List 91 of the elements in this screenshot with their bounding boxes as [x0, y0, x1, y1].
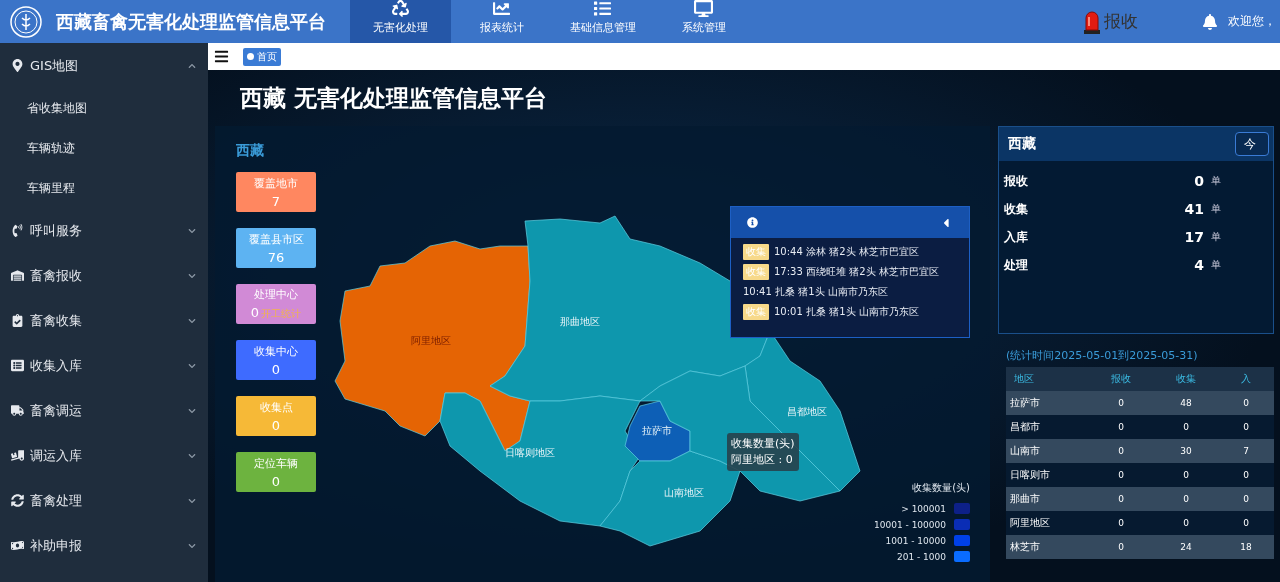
stat-value: 0 [271, 417, 281, 433]
summary-unit: 单 [1211, 230, 1221, 244]
table-cell-text: 阿里地区 [1009, 516, 1051, 530]
summary-label: 报收 [1004, 172, 1029, 190]
sidebar-item-label: 补助申报 [30, 536, 82, 555]
summary-unit: 单 [1211, 202, 1221, 216]
stat-value: 0 [250, 305, 260, 320]
summary-title: 西藏 [1008, 135, 1036, 153]
column-header: 地区 [1013, 372, 1035, 386]
stat-label: 收集中心 [254, 343, 298, 359]
summary-value: 0 [1193, 173, 1204, 189]
table-cell-text: 林芝市 [1009, 540, 1041, 554]
table-cell-text: 48 [1179, 398, 1193, 408]
table-cell-text: 0 [1117, 446, 1125, 456]
stat-label: 覆盖地市 [254, 175, 298, 191]
stat-value: 0 [271, 473, 281, 489]
status-tag: 收集 [743, 244, 769, 260]
stat-label: 收集点 [259, 399, 293, 415]
stat-value: 0 [271, 361, 281, 377]
status-tag: 收集 [743, 264, 769, 280]
legend-label: > 100001 [901, 503, 946, 514]
region-title: 西藏 [236, 142, 265, 160]
column-header: 报收 [1110, 372, 1132, 386]
summary-value: 17 [1183, 229, 1204, 245]
table-cell-text: 0 [1242, 494, 1250, 504]
tooltip-title: 收集数量(头) [731, 436, 795, 452]
activity-entry: 17:33 西绕旺堆 猪2头 林芝市巴宜区 [774, 265, 939, 279]
table-cell-text: 0 [1182, 494, 1190, 504]
column-header: 收集 [1175, 372, 1197, 386]
tooltip-text: 阿里地区 : 0 [731, 452, 794, 468]
table-cell-text: 0 [1242, 398, 1250, 408]
table-cell-text: 那曲市 [1009, 492, 1041, 506]
sidebar-item-label: 调运入库 [30, 446, 82, 465]
table-cell-text: 0 [1182, 518, 1190, 528]
stat-value: 76 [267, 249, 285, 265]
stat-value: 7 [271, 193, 281, 209]
table-cell-text: 0 [1117, 518, 1125, 528]
table-cell-text: 0 [1242, 518, 1250, 528]
activity-entry: 10:41 扎桑 猪1头 山南市乃东区 [743, 285, 888, 299]
table-cell-text: 0 [1117, 422, 1125, 432]
table-cell-text: 0 [1117, 542, 1125, 552]
summary-label: 处理 [1004, 256, 1029, 274]
map-label: 山南地区 [664, 487, 704, 498]
table-cell-text: 0 [1117, 398, 1125, 408]
sidebar-item-label: 畜禽报收 [30, 266, 82, 285]
map-label: 拉萨市 [642, 425, 672, 436]
stat-label: 定位车辆 [254, 455, 298, 471]
table-cell-text: 拉萨市 [1009, 396, 1041, 410]
table-cell-text: 0 [1182, 470, 1190, 480]
table-cell-text: 0 [1242, 422, 1250, 432]
sidebar-item-label: 畜禽调运 [30, 401, 82, 420]
table-cell-text: 日喀则市 [1009, 468, 1051, 482]
sidebar-item-label: 呼叫服务 [30, 221, 82, 240]
legend-label: 201 - 1000 [896, 551, 946, 562]
summary-value: 41 [1183, 201, 1204, 217]
legend-label: 1001 - 10000 [885, 535, 946, 546]
map-label: 日喀则地区 [505, 447, 555, 458]
summary-unit: 单 [1211, 258, 1221, 272]
table-cell-text: 18 [1239, 542, 1253, 552]
map-label: 阿里地区 [411, 335, 451, 346]
sidebar-item-label: 畜禽收集 [30, 311, 82, 330]
column-header: 入 [1240, 372, 1252, 386]
sidebar-item-label: 畜禽处理 [30, 491, 82, 510]
legend-label: 10001 - 100000 [874, 519, 946, 530]
table-cell-text: 0 [1117, 494, 1125, 504]
welcome-text: 欢迎您， [1228, 13, 1276, 30]
summary-unit: 单 [1211, 174, 1221, 188]
stat-label: 处理中心 [254, 287, 298, 302]
table-cell-text: 0 [1182, 422, 1190, 432]
table-cell-text: 24 [1179, 542, 1193, 552]
summary-label: 收集 [1004, 200, 1029, 218]
summary-label: 入库 [1004, 228, 1029, 246]
app-title: 西藏畜禽无害化处理监管信息平台 [56, 9, 327, 34]
dashboard-title: 西藏 无害化处理监管信息平台 [239, 83, 548, 113]
table-cell-text: 30 [1179, 446, 1193, 456]
map-label: 昌都地区 [787, 406, 827, 417]
table-cell-text: 0 [1242, 470, 1250, 480]
legend-title: 收集数量(头) [912, 481, 970, 495]
table-cell-text: 山南市 [1009, 444, 1041, 458]
map-label: 那曲地区 [560, 316, 600, 327]
stat-label: 覆盖县市区 [248, 231, 304, 247]
activity-entry: 10:01 扎桑 猪1头 山南市乃东区 [774, 305, 919, 319]
sidebar-item-label: 收集入库 [30, 356, 82, 375]
table-cell-text: 7 [1242, 446, 1250, 456]
table-cell-text: 昌都市 [1009, 420, 1041, 434]
stats-period: (统计时间2025-05-01到2025-05-31) [1006, 348, 1199, 363]
summary-value: 4 [1193, 257, 1204, 273]
sidebar-item-label: GIS地图 [30, 56, 79, 75]
status-tag: 收集 [743, 304, 769, 320]
table-cell-text: 0 [1117, 470, 1125, 480]
activity-entry: 10:44 涂林 猪2头 林芝市巴宜区 [774, 245, 919, 259]
